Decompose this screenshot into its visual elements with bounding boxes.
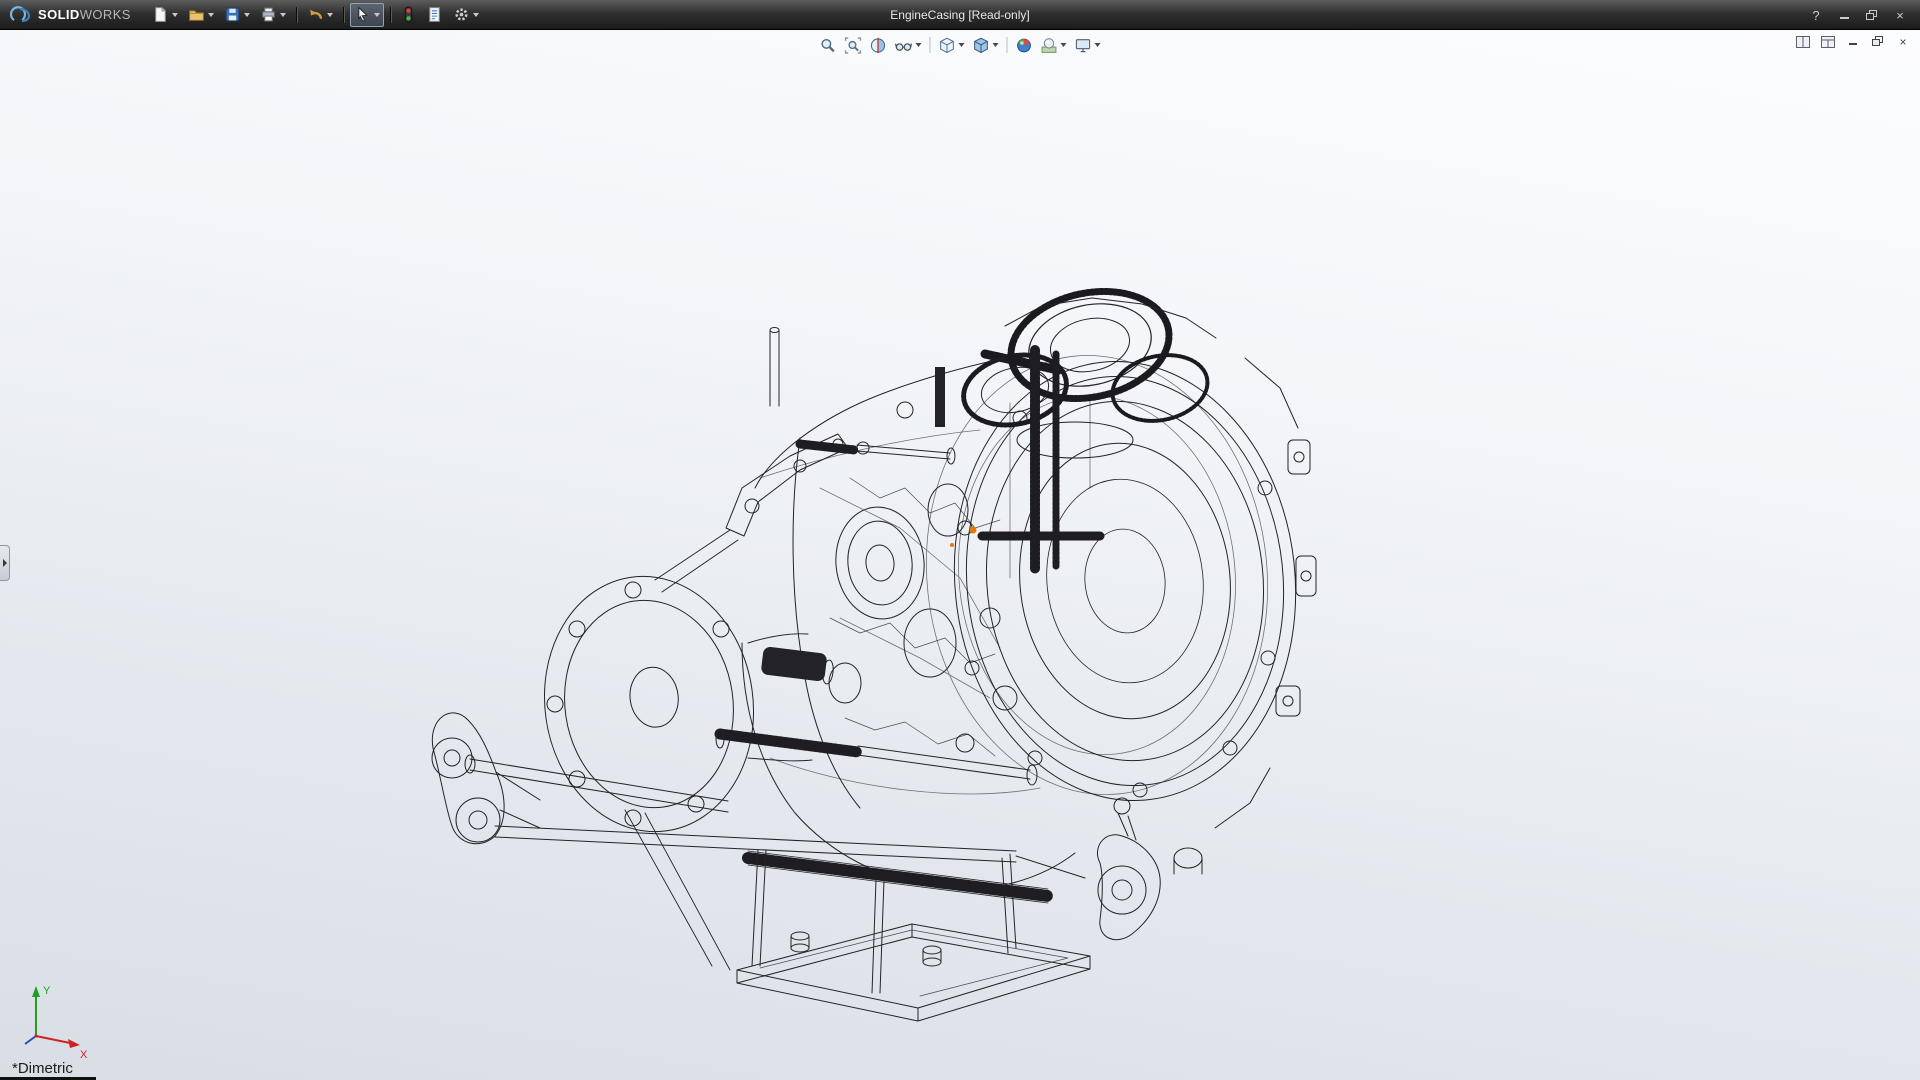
rebuild-icon: [401, 6, 416, 23]
undo-icon: [307, 6, 324, 23]
hide-show-items-icon: [895, 37, 913, 54]
solidworks-logo: SOLIDWORKS: [0, 6, 147, 24]
apply-scene-button[interactable]: [1038, 33, 1070, 57]
save-icon: [224, 6, 241, 23]
orientation-triad: Y X: [14, 978, 98, 1062]
save-button[interactable]: [220, 3, 254, 27]
y-axis-label: Y: [43, 985, 51, 997]
brand-light: WORKS: [80, 7, 131, 22]
wireframe-back-structure: [760, 338, 1289, 811]
rebuild-button[interactable]: [397, 3, 420, 27]
dropdown-caret[interactable]: [374, 13, 380, 17]
wireframe-gear-cluster: [957, 278, 1216, 570]
doc-windows-icon: [1821, 36, 1835, 48]
edit-appearance-icon: [1016, 37, 1033, 54]
document-title: EngineCasing [Read-only]: [890, 8, 1029, 22]
new-button[interactable]: [148, 3, 182, 27]
doc-restore-button[interactable]: [1869, 33, 1887, 50]
zoom-area-icon: [845, 37, 862, 54]
close-button[interactable]: ×: [1888, 5, 1912, 25]
file-properties-icon: [426, 6, 443, 23]
dropdown-caret[interactable]: [959, 43, 965, 47]
graphics-viewport[interactable]: ×: [0, 30, 1920, 1080]
brand-bold: SOLID: [38, 7, 80, 22]
section-view-icon: [870, 37, 887, 54]
heads-up-view-toolbar: [816, 32, 1105, 58]
hide-show-items-button[interactable]: [892, 33, 925, 57]
apply-scene-icon: [1041, 37, 1058, 54]
triad-origin: [35, 1035, 38, 1038]
new-document-icon: [152, 6, 169, 23]
wireframe-right-bracket: [1097, 798, 1202, 940]
toolbar-separator: [296, 7, 297, 23]
engine-casing-model[interactable]: [0, 58, 1920, 1080]
open-folder-icon: [188, 6, 205, 23]
toolbar-separator: [930, 37, 931, 53]
doc-close-button[interactable]: ×: [1894, 33, 1912, 50]
select-cursor-icon: [354, 6, 371, 23]
print-icon: [260, 6, 277, 23]
zoom-fit-icon: [820, 37, 837, 54]
section-view-button[interactable]: [867, 33, 890, 57]
dropdown-caret[interactable]: [327, 13, 333, 17]
document-window-controls: ×: [1794, 33, 1912, 50]
wireframe-shafts: [465, 444, 1085, 903]
open-button[interactable]: [184, 3, 218, 27]
dropdown-caret[interactable]: [916, 43, 922, 47]
dropdown-caret[interactable]: [1095, 43, 1101, 47]
wireframe-left-flange: [528, 563, 770, 970]
dropdown-caret[interactable]: [473, 13, 479, 17]
main-toolbar: [147, 0, 484, 29]
view-settings-button[interactable]: [1072, 33, 1104, 57]
x-axis-label: X: [80, 1049, 88, 1061]
x-axis-arrow: [68, 1039, 80, 1048]
options-icon: [453, 6, 470, 23]
toolbar-separator: [343, 7, 344, 23]
options-button[interactable]: [449, 3, 483, 27]
view-orientation-icon: [939, 37, 956, 54]
x-axis: [36, 1036, 70, 1043]
dropdown-caret[interactable]: [1061, 43, 1067, 47]
dropdown-caret[interactable]: [244, 13, 250, 17]
restore-button[interactable]: [1860, 5, 1884, 25]
edit-appearance-button[interactable]: [1013, 33, 1036, 57]
view-orientation-label: *Dimetric: [12, 1060, 73, 1077]
selection-highlight: [950, 527, 977, 548]
file-properties-button[interactable]: [422, 3, 447, 27]
display-style-button[interactable]: [970, 33, 1002, 57]
doc-panes-button[interactable]: [1794, 33, 1812, 50]
doc-minimize-button[interactable]: [1844, 33, 1862, 50]
minimize-icon: [1840, 11, 1849, 19]
doc-panes-icon: [1796, 36, 1810, 48]
display-style-icon: [973, 37, 990, 54]
solidworks-window: SOLIDWORKS: [0, 0, 1920, 1080]
select-button[interactable]: [350, 3, 384, 27]
doc-restore-icon: [1872, 36, 1884, 47]
help-button[interactable]: ?: [1804, 5, 1828, 25]
minimize-button[interactable]: [1832, 5, 1856, 25]
view-orientation-button[interactable]: [936, 33, 968, 57]
zoom-to-area-button[interactable]: [842, 33, 865, 57]
z-axis: [25, 1036, 36, 1044]
dropdown-caret[interactable]: [172, 13, 178, 17]
title-bar: SOLIDWORKS: [0, 0, 1920, 30]
ds-logo-icon: [10, 6, 32, 24]
view-settings-icon: [1075, 37, 1092, 54]
doc-windows-button[interactable]: [1819, 33, 1837, 50]
wireframe-bell-housing: [933, 344, 1317, 828]
y-axis-arrow: [32, 986, 40, 997]
restore-icon: [1866, 10, 1878, 21]
dropdown-caret[interactable]: [208, 13, 214, 17]
print-button[interactable]: [256, 3, 290, 27]
zoom-to-fit-button[interactable]: [817, 33, 840, 57]
doc-minimize-icon: [1849, 38, 1857, 45]
undo-button[interactable]: [303, 3, 337, 27]
window-controls: ? ×: [1804, 0, 1912, 30]
toolbar-separator: [1007, 37, 1008, 53]
dropdown-caret[interactable]: [993, 43, 999, 47]
dropdown-caret[interactable]: [280, 13, 286, 17]
toolbar-separator: [390, 7, 391, 23]
